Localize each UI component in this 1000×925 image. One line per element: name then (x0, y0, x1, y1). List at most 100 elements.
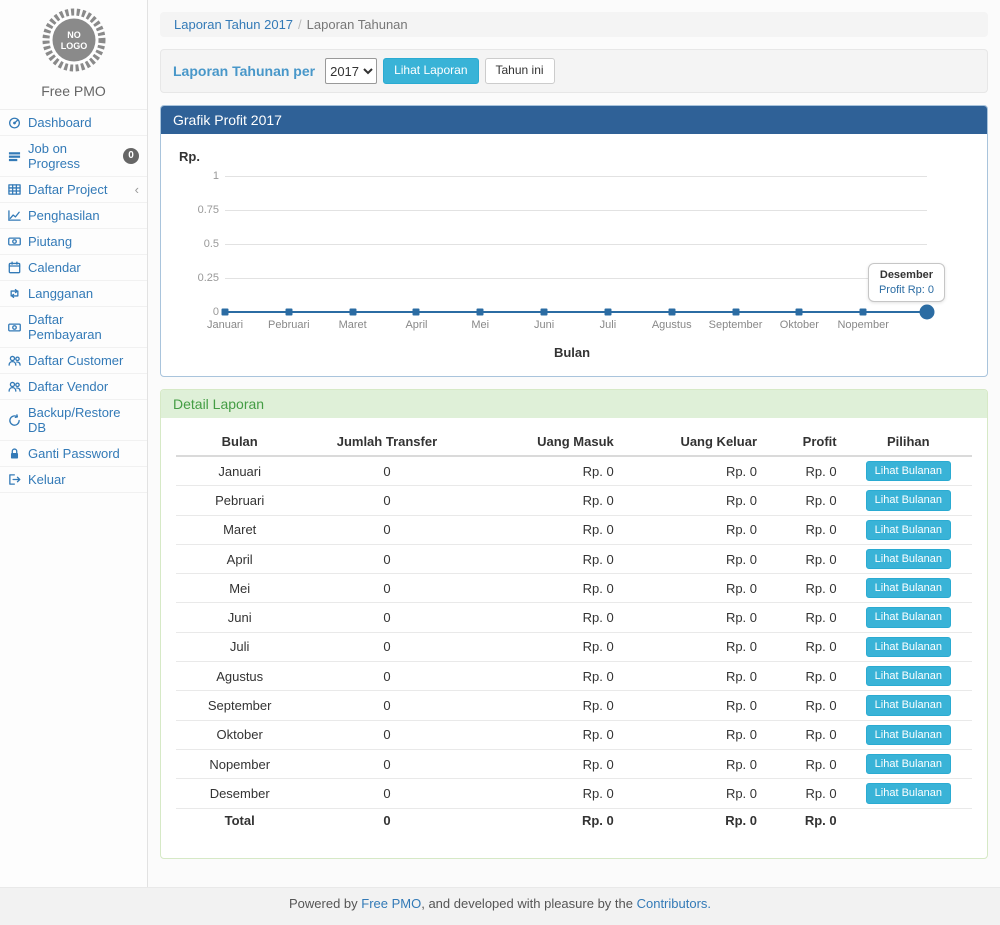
lihat-bulanan-button[interactable]: Lihat Bulanan (866, 461, 951, 481)
sidebar-item-job-on-progress[interactable]: Job on Progress0 (0, 136, 147, 177)
cell-bulan: Agustus (176, 662, 303, 691)
cell-uang-masuk: Rp. 0 (471, 544, 622, 573)
column-header-uang-masuk: Uang Masuk (471, 428, 622, 456)
breadcrumb-separator: / (298, 17, 302, 32)
chart-point[interactable] (285, 309, 292, 316)
chart-point[interactable] (541, 309, 548, 316)
lihat-bulanan-button[interactable]: Lihat Bulanan (866, 578, 951, 598)
profit-chart-panel: Grafik Profit 2017 Rp. Desember Profit R… (160, 105, 988, 377)
table-row-september: September0Rp. 0Rp. 0Rp. 0Lihat Bulanan (176, 691, 972, 720)
cell-uang-keluar: Rp. 0 (622, 749, 765, 778)
dashboard-icon (7, 116, 22, 129)
sidebar-item-langganan[interactable]: Langganan (0, 281, 147, 307)
sidebar: NO LOGO Free PMO DashboardJob on Progres… (0, 0, 148, 887)
table-icon (7, 183, 22, 196)
table-row-agustus: Agustus0Rp. 0Rp. 0Rp. 0Lihat Bulanan (176, 662, 972, 691)
chart-point[interactable] (413, 309, 420, 316)
chart-point[interactable] (732, 309, 739, 316)
sidebar-item-ganti-password[interactable]: Ganti Password (0, 441, 147, 467)
users-icon (7, 380, 22, 393)
cell-pilihan: Lihat Bulanan (845, 632, 972, 661)
chart-point[interactable] (477, 309, 484, 316)
y-tick-label: 0.25 (181, 272, 219, 284)
breadcrumb: Laporan Tahun 2017/Laporan Tahunan (160, 12, 988, 37)
footer-link-freepmo[interactable]: Free PMO (361, 896, 421, 911)
sidebar-item-daftar-pembayaran[interactable]: Daftar Pembayaran (0, 307, 147, 348)
chart-point[interactable] (222, 309, 229, 316)
cell-jumlah-transfer: 0 (303, 456, 470, 486)
chart-point[interactable] (860, 309, 867, 316)
page-footer: Powered by Free PMO, and developed with … (0, 887, 1000, 925)
column-header-jumlah-transfer: Jumlah Transfer (303, 428, 470, 456)
chart-point[interactable] (604, 309, 611, 316)
sidebar-item-dashboard[interactable]: Dashboard (0, 110, 147, 136)
sidebar-item-backup-restore-db[interactable]: Backup/Restore DB (0, 400, 147, 441)
chart-point[interactable] (796, 309, 803, 316)
y-tick-label: 0 (181, 306, 219, 318)
app-logo[interactable]: NO LOGO (0, 0, 147, 77)
sidebar-item-label: Langganan (28, 286, 93, 301)
lihat-bulanan-button[interactable]: Lihat Bulanan (866, 754, 951, 774)
table-row-oktober: Oktober0Rp. 0Rp. 0Rp. 0Lihat Bulanan (176, 720, 972, 749)
sidebar-item-daftar-vendor[interactable]: Daftar Vendor (0, 374, 147, 400)
chart-x-axis: JanuariPebruariMaretAprilMeiJuniJuliAgus… (225, 319, 927, 335)
sidebar-item-penghasilan[interactable]: Penghasilan (0, 203, 147, 229)
lihat-bulanan-button[interactable]: Lihat Bulanan (866, 607, 951, 627)
year-select[interactable]: 2017 (325, 58, 377, 84)
total-uang-keluar: Rp. 0 (622, 808, 765, 832)
sidebar-item-keluar[interactable]: Keluar (0, 467, 147, 493)
lihat-bulanan-button[interactable]: Lihat Bulanan (866, 490, 951, 510)
gridline (225, 244, 927, 245)
chart-point-highlighted[interactable] (920, 305, 935, 320)
lihat-bulanan-button[interactable]: Lihat Bulanan (866, 725, 951, 745)
lihat-bulanan-button[interactable]: Lihat Bulanan (866, 549, 951, 569)
chart-point[interactable] (349, 309, 356, 316)
money-icon (7, 321, 22, 334)
chart-x-axis-title: Bulan (179, 345, 965, 360)
chart-point[interactable] (668, 309, 675, 316)
retweet-icon (7, 287, 22, 300)
sidebar-item-piutang[interactable]: Piutang (0, 229, 147, 255)
chevron-left-icon: ‹ (135, 183, 139, 196)
cell-uang-keluar: Rp. 0 (622, 515, 765, 544)
sidebar-item-daftar-project[interactable]: Daftar Project‹ (0, 177, 147, 203)
sidebar-item-label: Piutang (28, 234, 72, 249)
sidebar-item-daftar-customer[interactable]: Daftar Customer (0, 348, 147, 374)
footer-link-contributors[interactable]: Contributors. (637, 896, 711, 911)
tooltip-title: Desember (879, 269, 934, 281)
cell-bulan: Oktober (176, 720, 303, 749)
cell-jumlah-transfer: 0 (303, 515, 470, 544)
cell-uang-keluar: Rp. 0 (622, 456, 765, 486)
column-header-bulan: Bulan (176, 428, 303, 456)
sidebar-item-label: Ganti Password (28, 446, 120, 461)
cell-uang-keluar: Rp. 0 (622, 574, 765, 603)
cell-jumlah-transfer: 0 (303, 720, 470, 749)
column-header-uang-keluar: Uang Keluar (622, 428, 765, 456)
this-year-button[interactable]: Tahun ini (485, 58, 555, 84)
sidebar-item-calendar[interactable]: Calendar (0, 255, 147, 281)
cell-bulan: September (176, 691, 303, 720)
lihat-bulanan-button[interactable]: Lihat Bulanan (866, 666, 951, 686)
gridline (225, 210, 927, 211)
lihat-bulanan-button[interactable]: Lihat Bulanan (866, 783, 951, 803)
lihat-bulanan-button[interactable]: Lihat Bulanan (866, 695, 951, 715)
cell-uang-keluar: Rp. 0 (622, 720, 765, 749)
refresh-icon (7, 414, 22, 427)
sidebar-item-label: Job on Progress (28, 141, 117, 171)
cell-profit: Rp. 0 (765, 486, 845, 515)
footer-text-middle: , and developed with pleasure by the (421, 896, 636, 911)
cell-jumlah-transfer: 0 (303, 779, 470, 808)
view-report-button[interactable]: Lihat Laporan (383, 58, 478, 84)
cell-profit: Rp. 0 (765, 749, 845, 778)
tooltip-value: Profit Rp: 0 (879, 284, 934, 296)
breadcrumb-link[interactable]: Laporan Tahun 2017 (174, 17, 293, 32)
logo-text-line1: NO (67, 30, 81, 40)
y-tick-label: 0.5 (181, 238, 219, 250)
x-tick-label: Pebruari (268, 319, 310, 331)
cell-uang-masuk: Rp. 0 (471, 574, 622, 603)
lihat-bulanan-button[interactable]: Lihat Bulanan (866, 520, 951, 540)
cell-pilihan: Lihat Bulanan (845, 662, 972, 691)
lihat-bulanan-button[interactable]: Lihat Bulanan (866, 637, 951, 657)
cell-bulan: Pebruari (176, 486, 303, 515)
table-row-desember: Desember0Rp. 0Rp. 0Rp. 0Lihat Bulanan (176, 779, 972, 808)
